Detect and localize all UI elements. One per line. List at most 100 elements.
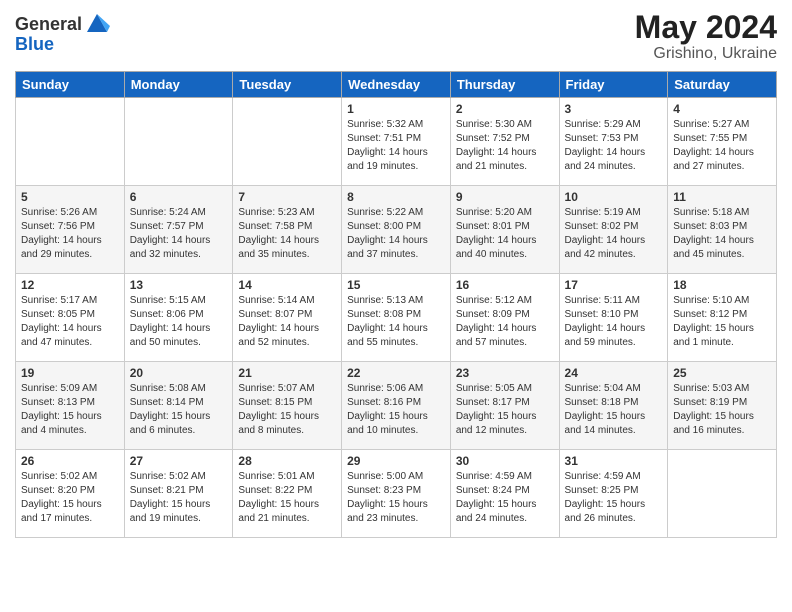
col-friday: Friday: [559, 72, 668, 98]
table-row: 7 Sunrise: 5:23 AM Sunset: 7:58 PM Daylig…: [233, 186, 342, 274]
table-row: 21Sunrise: 5:07 AM Sunset: 8:15 PM Dayli…: [233, 362, 342, 450]
title-block: May 2024 Grishino, Ukraine: [635, 10, 777, 63]
table-row: 2 Sunrise: 5:30 AM Sunset: 7:52 PM Daylig…: [450, 98, 559, 186]
logo-general-text: General: [15, 14, 82, 35]
day-info: Sunrise: 5:06 AM Sunset: 8:16 PM Dayligh…: [347, 382, 445, 438]
table-row: 14Sunrise: 5:14 AM Sunset: 8:07 PM Dayli…: [233, 274, 342, 362]
day-number: 8: [347, 190, 445, 204]
day-info: Sunrise: 5:19 AM Sunset: 8:02 PM Dayligh…: [565, 206, 663, 262]
table-row: 13 Sunrise: 5:15 AM Sunset: 8:06 PM Dayli…: [124, 274, 233, 362]
calendar-table: Sunday Monday Tuesday Wednesday Thursday…: [15, 71, 777, 538]
col-monday: Monday: [124, 72, 233, 98]
table-row: 25 Sunrise: 5:03 AM Sunset: 8:19 PM Dayli…: [668, 362, 777, 450]
day-info: Sunrise: 5:11 AM Sunset: 8:10 PM Dayligh…: [565, 294, 663, 350]
table-row: 5 Sunrise: 5:26 AM Sunset: 7:56 PM Daylig…: [16, 186, 125, 274]
table-row: 9 Sunrise: 5:20 AM Sunset: 8:01 PM Daylig…: [450, 186, 559, 274]
table-row: 28 Sunrise: 5:01 AM Sunset: 8:22 PM Dayli…: [233, 450, 342, 538]
table-row: [16, 98, 125, 186]
table-row: 16 Sunrise: 5:12 AM Sunset: 8:09 PM Dayli…: [450, 274, 559, 362]
col-saturday: Saturday: [668, 72, 777, 98]
day-info: Sunrise: 5:04 AM Sunset: 8:18 PM Dayligh…: [565, 382, 663, 438]
day-number: 30: [456, 454, 554, 468]
table-row: 18Sunrise: 5:10 AM Sunset: 8:12 PM Dayli…: [668, 274, 777, 362]
day-info: Sunrise: 5:12 AM Sunset: 8:09 PM Dayligh…: [456, 294, 554, 350]
day-info: Sunrise: 5:03 AM Sunset: 8:19 PM Dayligh…: [673, 382, 771, 438]
logo-icon: [84, 10, 110, 36]
day-number: 2: [456, 102, 554, 116]
day-info: Sunrise: 4:59 AM Sunset: 8:25 PM Dayligh…: [565, 470, 663, 526]
day-number: 28: [238, 454, 336, 468]
day-info: Sunrise: 5:13 AM Sunset: 8:08 PM Dayligh…: [347, 294, 445, 350]
day-number: 10: [565, 190, 663, 204]
logo: General Blue: [15, 10, 110, 55]
table-row: [233, 98, 342, 186]
day-info: Sunrise: 5:14 AM Sunset: 8:07 PM Dayligh…: [238, 294, 336, 350]
calendar-week-1: 1Sunrise: 5:32 AM Sunset: 7:51 PM Daylig…: [16, 98, 777, 186]
day-number: 7: [238, 190, 336, 204]
logo-blue-text: Blue: [15, 34, 54, 55]
location-subtitle: Grishino, Ukraine: [635, 45, 777, 63]
table-row: 22 Sunrise: 5:06 AM Sunset: 8:16 PM Dayli…: [342, 362, 451, 450]
day-number: 16: [456, 278, 554, 292]
day-info: Sunrise: 5:23 AM Sunset: 7:58 PM Dayligh…: [238, 206, 336, 262]
day-info: Sunrise: 5:00 AM Sunset: 8:23 PM Dayligh…: [347, 470, 445, 526]
table-row: 19Sunrise: 5:09 AM Sunset: 8:13 PM Dayli…: [16, 362, 125, 450]
day-number: 13: [130, 278, 228, 292]
day-info: Sunrise: 4:59 AM Sunset: 8:24 PM Dayligh…: [456, 470, 554, 526]
day-info: Sunrise: 5:32 AM Sunset: 7:51 PM Dayligh…: [347, 118, 445, 174]
day-number: 6: [130, 190, 228, 204]
day-number: 20: [130, 366, 228, 380]
day-info: Sunrise: 5:24 AM Sunset: 7:57 PM Dayligh…: [130, 206, 228, 262]
table-row: 30 Sunrise: 4:59 AM Sunset: 8:24 PM Dayli…: [450, 450, 559, 538]
page-header: General Blue May 2024 Grishino, Ukraine: [15, 10, 777, 63]
day-info: Sunrise: 5:08 AM Sunset: 8:14 PM Dayligh…: [130, 382, 228, 438]
table-row: 15 Sunrise: 5:13 AM Sunset: 8:08 PM Dayli…: [342, 274, 451, 362]
day-number: 25: [673, 366, 771, 380]
page-container: General Blue May 2024 Grishino, Ukraine …: [0, 0, 792, 548]
calendar-header-row: Sunday Monday Tuesday Wednesday Thursday…: [16, 72, 777, 98]
day-info: Sunrise: 5:27 AM Sunset: 7:55 PM Dayligh…: [673, 118, 771, 174]
table-row: 27 Sunrise: 5:02 AM Sunset: 8:21 PM Dayli…: [124, 450, 233, 538]
table-row: 10 Sunrise: 5:19 AM Sunset: 8:02 PM Dayli…: [559, 186, 668, 274]
table-row: 26 Sunrise: 5:02 AM Sunset: 8:20 PM Dayli…: [16, 450, 125, 538]
day-number: 29: [347, 454, 445, 468]
day-number: 21: [238, 366, 336, 380]
day-info: Sunrise: 5:26 AM Sunset: 7:56 PM Dayligh…: [21, 206, 119, 262]
calendar-week-3: 12 Sunrise: 5:17 AM Sunset: 8:05 PM Dayli…: [16, 274, 777, 362]
col-tuesday: Tuesday: [233, 72, 342, 98]
col-wednesday: Wednesday: [342, 72, 451, 98]
day-number: 12: [21, 278, 119, 292]
table-row: 24 Sunrise: 5:04 AM Sunset: 8:18 PM Dayli…: [559, 362, 668, 450]
day-info: Sunrise: 5:30 AM Sunset: 7:52 PM Dayligh…: [456, 118, 554, 174]
day-number: 22: [347, 366, 445, 380]
table-row: 1Sunrise: 5:32 AM Sunset: 7:51 PM Daylig…: [342, 98, 451, 186]
table-row: 6 Sunrise: 5:24 AM Sunset: 7:57 PM Daylig…: [124, 186, 233, 274]
day-info: Sunrise: 5:22 AM Sunset: 8:00 PM Dayligh…: [347, 206, 445, 262]
day-number: 27: [130, 454, 228, 468]
day-info: Sunrise: 5:01 AM Sunset: 8:22 PM Dayligh…: [238, 470, 336, 526]
calendar-week-5: 26 Sunrise: 5:02 AM Sunset: 8:20 PM Dayli…: [16, 450, 777, 538]
day-number: 24: [565, 366, 663, 380]
day-number: 4: [673, 102, 771, 116]
col-thursday: Thursday: [450, 72, 559, 98]
day-number: 3: [565, 102, 663, 116]
day-info: Sunrise: 5:29 AM Sunset: 7:53 PM Dayligh…: [565, 118, 663, 174]
day-info: Sunrise: 5:02 AM Sunset: 8:20 PM Dayligh…: [21, 470, 119, 526]
day-number: 9: [456, 190, 554, 204]
table-row: 31Sunrise: 4:59 AM Sunset: 8:25 PM Dayli…: [559, 450, 668, 538]
table-row: [124, 98, 233, 186]
day-info: Sunrise: 5:09 AM Sunset: 8:13 PM Dayligh…: [21, 382, 119, 438]
day-number: 15: [347, 278, 445, 292]
day-info: Sunrise: 5:05 AM Sunset: 8:17 PM Dayligh…: [456, 382, 554, 438]
table-row: 23 Sunrise: 5:05 AM Sunset: 8:17 PM Dayli…: [450, 362, 559, 450]
day-info: Sunrise: 5:17 AM Sunset: 8:05 PM Dayligh…: [21, 294, 119, 350]
day-number: 26: [21, 454, 119, 468]
day-number: 5: [21, 190, 119, 204]
day-number: 17: [565, 278, 663, 292]
day-info: Sunrise: 5:15 AM Sunset: 8:06 PM Dayligh…: [130, 294, 228, 350]
col-sunday: Sunday: [16, 72, 125, 98]
day-info: Sunrise: 5:02 AM Sunset: 8:21 PM Dayligh…: [130, 470, 228, 526]
calendar-week-4: 19Sunrise: 5:09 AM Sunset: 8:13 PM Dayli…: [16, 362, 777, 450]
day-number: 23: [456, 366, 554, 380]
day-info: Sunrise: 5:20 AM Sunset: 8:01 PM Dayligh…: [456, 206, 554, 262]
